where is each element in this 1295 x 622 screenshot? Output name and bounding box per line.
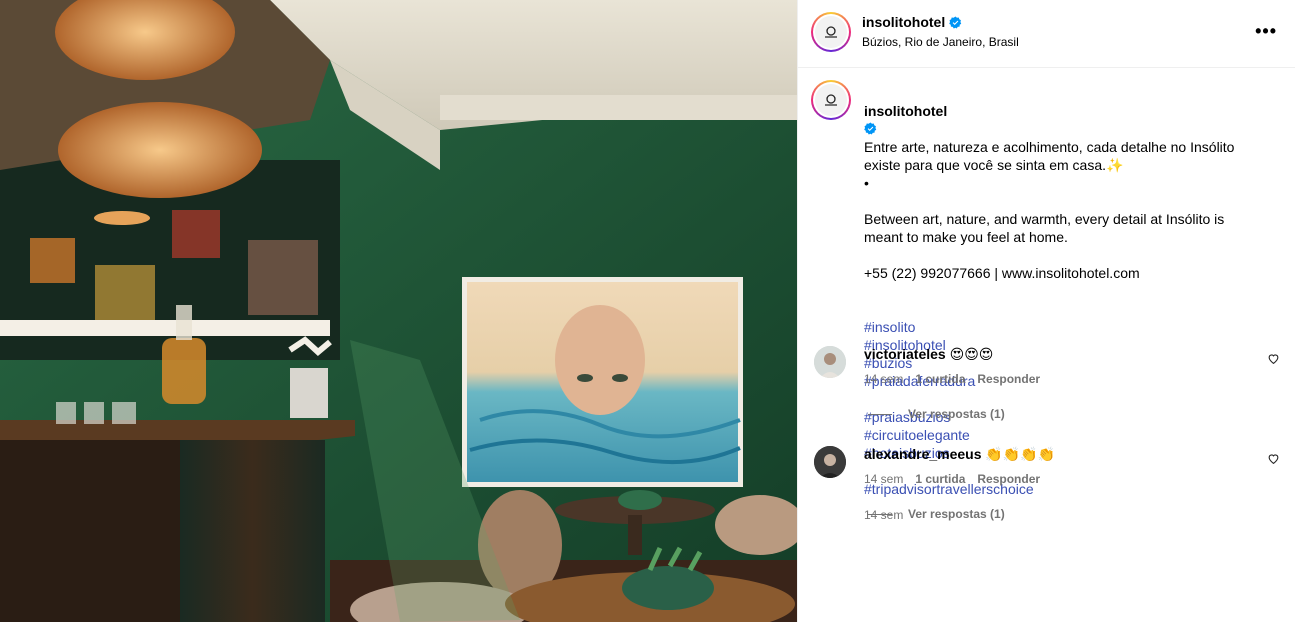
- hashtag-link[interactable]: #insolito: [864, 319, 915, 335]
- view-replies-button[interactable]: Ver respostas (1): [868, 507, 1005, 521]
- view-replies-label: Ver respostas (1): [908, 407, 1005, 421]
- hotel-logo-icon: [825, 26, 837, 38]
- post-image[interactable]: [0, 0, 797, 622]
- header-username[interactable]: insolitohotel: [862, 14, 945, 30]
- comment-time[interactable]: 14 sem: [864, 472, 903, 486]
- caption-text-pt: Entre arte, natureza e acolhimento, cada…: [864, 139, 1235, 173]
- reply-button[interactable]: Responder: [977, 372, 1040, 386]
- reply-button[interactable]: Responder: [977, 472, 1040, 486]
- like-heart-icon[interactable]: [1267, 352, 1280, 365]
- comment-item: victoriateles 😍😍😍 14 sem 1 curtida Respo…: [798, 346, 1295, 436]
- view-replies-label: Ver respostas (1): [908, 507, 1005, 521]
- view-replies-button[interactable]: Ver respostas (1): [868, 407, 1005, 421]
- post-photo-illustration: [0, 0, 797, 622]
- more-options-button[interactable]: •••: [1255, 22, 1277, 40]
- user-avatar-icon: [814, 346, 846, 378]
- verified-badge-icon: [864, 122, 877, 135]
- commenter-avatar[interactable]: [814, 446, 846, 478]
- comment-username[interactable]: victoriateles: [864, 346, 946, 362]
- comment-item: alexandre_meeus 👏👏👏👏 14 sem 1 curtida Re…: [798, 446, 1295, 536]
- comment-text: 👏👏👏👏: [985, 446, 1056, 462]
- hotel-logo-icon: [825, 94, 837, 106]
- comment-meta: 14 sem 1 curtida Responder: [864, 372, 1040, 386]
- post-side-panel: insolitohotel Búzios, Rio de Janeiro, Br…: [797, 0, 1295, 622]
- comment-text: 😍😍😍: [949, 346, 994, 362]
- caption-text-en: Between art, nature, and warmth, every d…: [864, 211, 1225, 245]
- caption-username[interactable]: insolitohotel: [864, 103, 947, 119]
- comment-text-row: victoriateles 😍😍😍: [864, 346, 993, 363]
- commenter-avatar[interactable]: [814, 346, 846, 378]
- header-location[interactable]: Búzios, Rio de Janeiro, Brasil: [862, 35, 1019, 49]
- replies-divider-line: [868, 413, 892, 415]
- profile-avatar[interactable]: [811, 12, 851, 52]
- comment-likes[interactable]: 1 curtida: [915, 372, 965, 386]
- comment-username[interactable]: alexandre_meeus: [864, 446, 982, 462]
- post-header: insolitohotel Búzios, Rio de Janeiro, Br…: [798, 0, 1295, 68]
- header-username-row: insolitohotel: [862, 14, 962, 30]
- verified-badge-icon: [949, 16, 962, 28]
- comment-meta: 14 sem 1 curtida Responder: [864, 472, 1040, 486]
- caption-contact: +55 (22) 992077666 | www.insolitohotel.c…: [864, 265, 1140, 281]
- like-heart-icon[interactable]: [1267, 452, 1280, 465]
- caption-bullet: •: [864, 175, 869, 191]
- user-avatar-icon: [814, 446, 846, 478]
- comment-time[interactable]: 14 sem: [864, 372, 903, 386]
- replies-divider-line: [868, 513, 892, 515]
- comment-likes[interactable]: 1 curtida: [915, 472, 965, 486]
- caption-avatar[interactable]: [811, 80, 851, 120]
- comment-text-row: alexandre_meeus 👏👏👏👏: [864, 446, 1055, 463]
